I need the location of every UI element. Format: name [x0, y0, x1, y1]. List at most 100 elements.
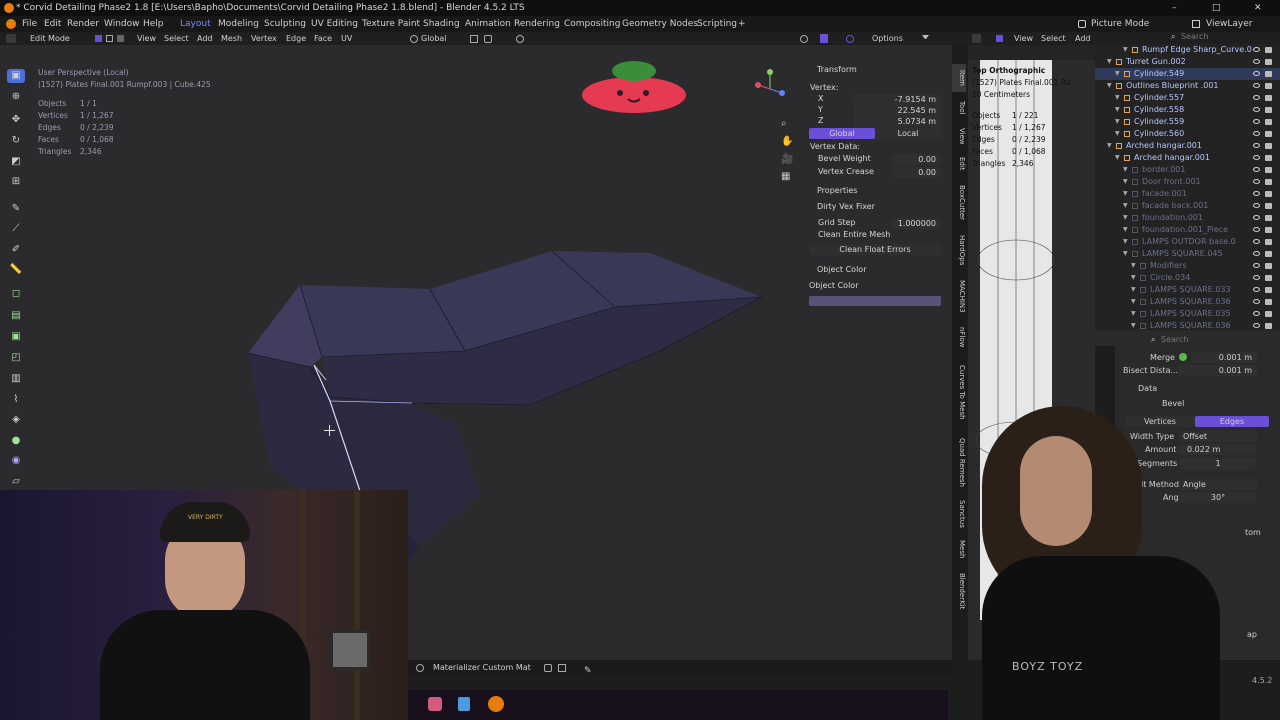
outliner-item[interactable]: ▼ Modifiers — [1095, 260, 1280, 272]
navigation-gizmo[interactable] — [752, 67, 792, 107]
render-icon[interactable] — [1265, 215, 1272, 221]
rotate-tool-icon[interactable]: ↻ — [7, 134, 25, 148]
edge-select-icon[interactable] — [106, 35, 113, 42]
clean-entire-mesh-button[interactable]: Clean Entire Mesh — [818, 230, 890, 239]
eye-icon[interactable] — [1253, 203, 1260, 208]
menu-edge[interactable]: Edge — [286, 32, 306, 45]
tab-shading[interactable]: Shading — [423, 16, 460, 32]
cursor-tool-icon[interactable]: ⊕ — [7, 90, 25, 104]
outliner-item[interactable]: ▼ facade.001 — [1095, 188, 1280, 200]
editor-type-icon[interactable] — [6, 34, 16, 43]
expand-triangle-icon[interactable]: ▼ — [1115, 128, 1120, 140]
eye-icon[interactable] — [1253, 167, 1260, 172]
copy-icon[interactable] — [558, 664, 566, 672]
orientation-dropdown[interactable]: Global — [421, 32, 447, 45]
render-icon[interactable] — [1265, 131, 1272, 137]
render-icon[interactable] — [1265, 287, 1272, 293]
expand-triangle-icon[interactable]: ▼ — [1123, 224, 1128, 236]
expand-triangle-icon[interactable]: ▼ — [1123, 236, 1128, 248]
menu-add[interactable]: Add — [197, 32, 213, 45]
eye-icon[interactable] — [1253, 275, 1260, 280]
face-select-icon[interactable] — [117, 35, 124, 42]
minimize-button[interactable]: – — [1172, 0, 1177, 16]
blender-app-icon[interactable] — [488, 696, 504, 712]
expand-triangle-icon[interactable]: ▼ — [1107, 140, 1112, 152]
clean-float-errors-button[interactable]: Clean Float Errors — [809, 244, 941, 255]
vertex-select-icon[interactable] — [996, 35, 1003, 42]
tab-modeling[interactable]: Modeling — [218, 16, 259, 32]
menu-mesh[interactable]: Mesh — [221, 32, 242, 45]
view-layer[interactable]: ViewLayer — [1206, 16, 1252, 32]
tab-tool[interactable]: Tool — [952, 96, 966, 120]
inset-tool-icon[interactable]: ▣ — [7, 330, 25, 344]
expand-triangle-icon[interactable]: ▼ — [1131, 296, 1136, 308]
render-icon[interactable] — [1265, 263, 1272, 269]
expand-triangle-icon[interactable]: ▼ — [1131, 320, 1136, 330]
outliner-item[interactable]: ▼ Rumpf Edge Sharp_Curve.0 — [1095, 44, 1280, 56]
tab-animation[interactable]: Animation — [465, 16, 511, 32]
eye-icon[interactable] — [1253, 179, 1260, 184]
outliner-item[interactable]: ▼ LAMPS OUTDOR base.0 — [1095, 236, 1280, 248]
render-icon[interactable] — [1265, 239, 1272, 245]
edit-mode-dropdown[interactable]: Edit Mode — [30, 32, 70, 45]
material-name[interactable]: Materializer Custom Mat — [433, 660, 531, 676]
blender-menu-icon[interactable] — [6, 19, 16, 29]
render-icon[interactable] — [1265, 143, 1272, 149]
tab-nflow[interactable]: nFlow — [952, 322, 966, 352]
menu-help[interactable]: Help — [143, 16, 164, 32]
eye-icon[interactable] — [1253, 263, 1260, 268]
annotate-tool-icon[interactable]: ✎ — [7, 202, 25, 216]
bevel-weight-field[interactable]: 0.00 — [892, 154, 941, 165]
render-icon[interactable] — [1265, 167, 1272, 173]
vertex-x-field[interactable]: -7.9154 m — [853, 94, 941, 105]
render-icon[interactable] — [1265, 275, 1272, 281]
tab-scripting[interactable]: Scripting — [697, 16, 737, 32]
expand-triangle-icon[interactable]: ▼ — [1115, 92, 1120, 104]
tab-boxcutter[interactable]: BoxCutter — [952, 180, 966, 226]
render-icon[interactable] — [1265, 203, 1272, 209]
menu-uv[interactable]: UV — [341, 32, 352, 45]
merge-check[interactable] — [1179, 353, 1187, 361]
render-icon[interactable] — [1265, 47, 1272, 53]
options-dropdown[interactable]: Options — [872, 32, 903, 45]
local-toggle[interactable]: Local — [875, 128, 941, 139]
render-icon[interactable] — [1265, 107, 1272, 113]
eye-icon[interactable] — [1253, 311, 1260, 316]
render-icon[interactable] — [1265, 299, 1272, 305]
eye-icon[interactable] — [1253, 323, 1260, 328]
menu-view[interactable]: View — [1014, 32, 1033, 45]
tab-quad-remesh[interactable]: Quad Remesh — [952, 432, 966, 492]
tab-mesh[interactable]: Mesh — [952, 536, 966, 562]
camera-icon[interactable]: 🎥 — [781, 154, 793, 165]
outliner-item[interactable]: ▼ Cylinder.560 — [1095, 128, 1280, 140]
eye-icon[interactable] — [1253, 71, 1260, 76]
draw-tool-icon[interactable]: ✐ — [7, 243, 25, 257]
outliner-item[interactable]: ▼ Cylinder.557 — [1095, 92, 1280, 104]
move-tool-icon[interactable]: ✥ — [7, 113, 25, 127]
expand-triangle-icon[interactable]: ▼ — [1123, 176, 1128, 188]
eye-icon[interactable] — [1253, 119, 1260, 124]
scale-tool-icon[interactable]: ◩ — [7, 155, 25, 169]
outliner-item[interactable]: ▼ Cylinder.558 — [1095, 104, 1280, 116]
menu-view[interactable]: View — [137, 32, 156, 45]
eye-icon[interactable] — [1253, 299, 1260, 304]
vertex-crease-field[interactable]: 0.00 — [892, 167, 941, 178]
picture-mode[interactable]: Picture Mode — [1091, 16, 1149, 32]
proportional-edit-icon[interactable] — [516, 35, 524, 43]
object-color-header[interactable]: Object Color — [817, 265, 866, 274]
render-icon[interactable] — [1265, 251, 1272, 257]
render-icon[interactable] — [1265, 323, 1272, 329]
tab-blenderkit[interactable]: BlenderKit — [952, 566, 966, 616]
outliner-item[interactable]: ▼ foundation.001 — [1095, 212, 1280, 224]
eye-icon[interactable] — [1253, 131, 1260, 136]
tab-curves-to-mesh[interactable]: Curves To Mesh — [952, 356, 966, 428]
props-search[interactable]: Search — [1161, 335, 1188, 344]
merge-field[interactable]: 0.001 m — [1191, 352, 1257, 363]
expand-triangle-icon[interactable]: ▼ — [1123, 248, 1128, 260]
pivot-icon[interactable] — [470, 35, 478, 43]
expand-triangle-icon[interactable]: ▼ — [1115, 104, 1120, 116]
outliner-item[interactable]: ▼ Door front.001 — [1095, 176, 1280, 188]
menu-edit[interactable]: Edit — [44, 16, 61, 32]
eye-icon[interactable] — [1253, 215, 1260, 220]
expand-triangle-icon[interactable]: ▼ — [1115, 116, 1120, 128]
